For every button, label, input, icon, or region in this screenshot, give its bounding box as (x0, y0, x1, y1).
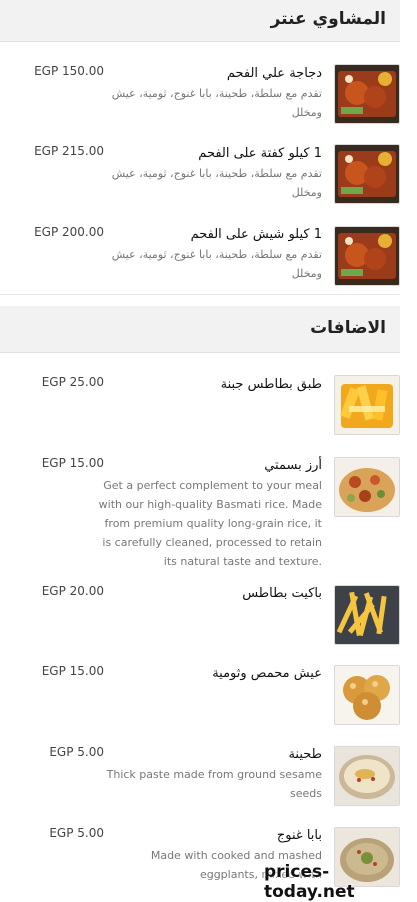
food-image (334, 457, 400, 517)
food-image (334, 144, 400, 204)
food-image (334, 64, 400, 124)
site-watermark: prices-today.net (264, 862, 355, 902)
item-name: دجاجة علي الفحم (226, 66, 322, 81)
section-title: المشاوي عنتر (270, 9, 386, 29)
item-price: EGP 25.00 (41, 375, 104, 389)
menu-item[interactable]: عيش محمص وثومية EGP 15.00 (0, 655, 400, 737)
section-title: الاضافات (310, 318, 386, 338)
item-price: EGP 15.00 (41, 664, 104, 678)
food-image (334, 226, 400, 286)
item-price: EGP 215.00 (34, 144, 104, 158)
section-header-addons: الاضافات (0, 306, 400, 353)
menu-item[interactable]: 1 كيلو كفتة على الفحم تقدم مع سلطة، طحين… (0, 134, 400, 215)
item-name: باكيت بطاطس (242, 586, 322, 601)
food-image (334, 585, 400, 645)
item-price: EGP 5.00 (49, 745, 104, 759)
item-price: EGP 15.00 (41, 456, 104, 470)
item-price: EGP 200.00 (34, 225, 104, 239)
item-name: 1 كيلو كفتة على الفحم (198, 146, 322, 161)
menu-item[interactable]: دجاجة علي الفحم تقدم مع سلطة، طحينة، باب… (0, 42, 400, 135)
menu-item[interactable]: طبق بطاطس جبنة EGP 25.00 (0, 353, 400, 446)
item-description: Get a perfect complement to your meal wi… (98, 479, 322, 568)
item-description: تقدم مع سلطة، طحينة، بابا غنوج، ثومية، ع… (111, 248, 322, 280)
menu-item[interactable]: أرز بسمتي Get a perfect complement to yo… (0, 445, 400, 574)
item-name: أرز بسمتي (264, 458, 322, 473)
menu-item[interactable]: 1 كيلو شيش على الفحم تقدم مع سلطة، طحينة… (0, 214, 400, 295)
item-description: تقدم مع سلطة، طحينة، بابا غنوج، ثومية، ع… (111, 87, 322, 119)
item-description: تقدم مع سلطة، طحينة، بابا غنوج، ثومية، ع… (111, 167, 322, 199)
item-name: طبق بطاطس جبنة (220, 377, 322, 392)
item-price: EGP 20.00 (41, 584, 104, 598)
food-image (334, 746, 400, 806)
item-price: EGP 5.00 (49, 826, 104, 840)
item-name: طحينة (288, 747, 322, 762)
item-name: بابا غنوج (276, 828, 322, 843)
section-header-grills: المشاوي عنتر (0, 3, 400, 42)
menu-item[interactable]: طحينة Thick paste made from ground sesam… (0, 736, 400, 818)
food-image (334, 665, 400, 725)
menu-item[interactable]: باكيت بطاطس EGP 20.00 (0, 573, 400, 656)
item-description: Thick paste made from ground sesame seed… (106, 768, 322, 800)
item-name: عيش محمص وثومية (212, 666, 322, 681)
item-price: EGP 150.00 (34, 64, 104, 78)
item-name: 1 كيلو شيش على الفحم (190, 227, 322, 242)
food-image (334, 375, 400, 435)
